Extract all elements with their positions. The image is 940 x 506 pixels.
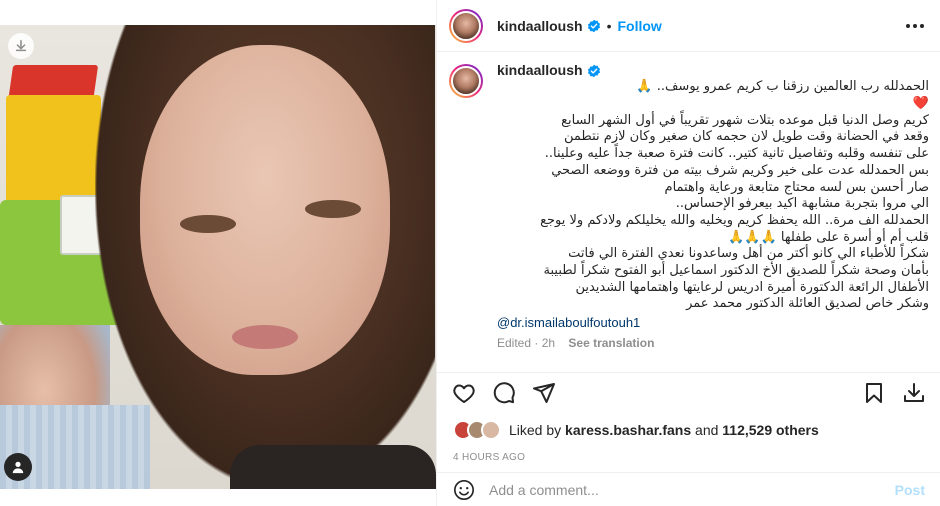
paper-plane-icon[interactable] xyxy=(531,380,557,406)
post-photo[interactable] xyxy=(0,25,436,489)
and-label: and xyxy=(695,422,719,438)
comment-icon[interactable] xyxy=(491,380,517,406)
action-bar xyxy=(437,372,940,412)
post-header: kindaalloush • Follow xyxy=(437,0,940,52)
comment-bar: Post xyxy=(437,472,940,506)
left-eye xyxy=(180,215,236,233)
verified-badge-icon xyxy=(587,64,600,77)
lips xyxy=(232,325,298,349)
follow-button[interactable]: Follow xyxy=(617,18,661,34)
comment-input[interactable] xyxy=(489,481,895,498)
edited-label: Edited · 2h xyxy=(497,336,556,351)
download-icon[interactable] xyxy=(901,380,927,406)
bookmark-icon[interactable] xyxy=(861,380,887,406)
download-icon[interactable] xyxy=(8,33,34,59)
see-translation-link[interactable]: See translation xyxy=(568,336,654,350)
avatar xyxy=(481,420,501,440)
heart-icon[interactable] xyxy=(451,380,477,406)
liker-avatars[interactable] xyxy=(453,420,501,440)
post-comment-button[interactable]: Post xyxy=(895,482,925,498)
mention-link[interactable]: @dr.ismailaboulfoutouh1 xyxy=(497,314,929,331)
liker-username[interactable]: karess.bashar.fans xyxy=(565,422,691,438)
post-details-panel: kindaalloush • Follow kindaalloush الحمد… xyxy=(436,0,940,506)
separator-dot: • xyxy=(606,17,612,34)
likes-count[interactable]: 112,529 others xyxy=(722,422,819,438)
dark-shirt xyxy=(230,445,436,489)
caption-section: kindaalloush الحمدلله رب العالمين رزقنا … xyxy=(437,62,940,362)
avatar[interactable] xyxy=(449,8,483,43)
likes-row: Liked by karess.bashar.fans and 112,529 … xyxy=(453,420,819,440)
more-options-icon[interactable] xyxy=(906,23,924,28)
caption-text: الحمدلله رب العالمين رزقنا ب كريم عمرو ي… xyxy=(540,79,929,312)
verified-badge-icon xyxy=(587,19,600,32)
smiley-icon[interactable] xyxy=(453,479,475,501)
caption-avatar[interactable] xyxy=(449,64,483,98)
user-tag-icon[interactable] xyxy=(4,453,32,481)
header-username[interactable]: kindaalloush xyxy=(497,18,583,34)
caption-meta: Edited · 2h See translation xyxy=(497,335,929,352)
caption-username[interactable]: kindaalloush xyxy=(497,62,583,79)
liked-by-label: Liked by xyxy=(509,422,562,438)
likes-summary: Liked by karess.bashar.fans and 112,529 … xyxy=(509,422,819,438)
post-timestamp[interactable]: 4 HOURS AGO xyxy=(453,452,525,463)
right-eye xyxy=(305,200,361,218)
